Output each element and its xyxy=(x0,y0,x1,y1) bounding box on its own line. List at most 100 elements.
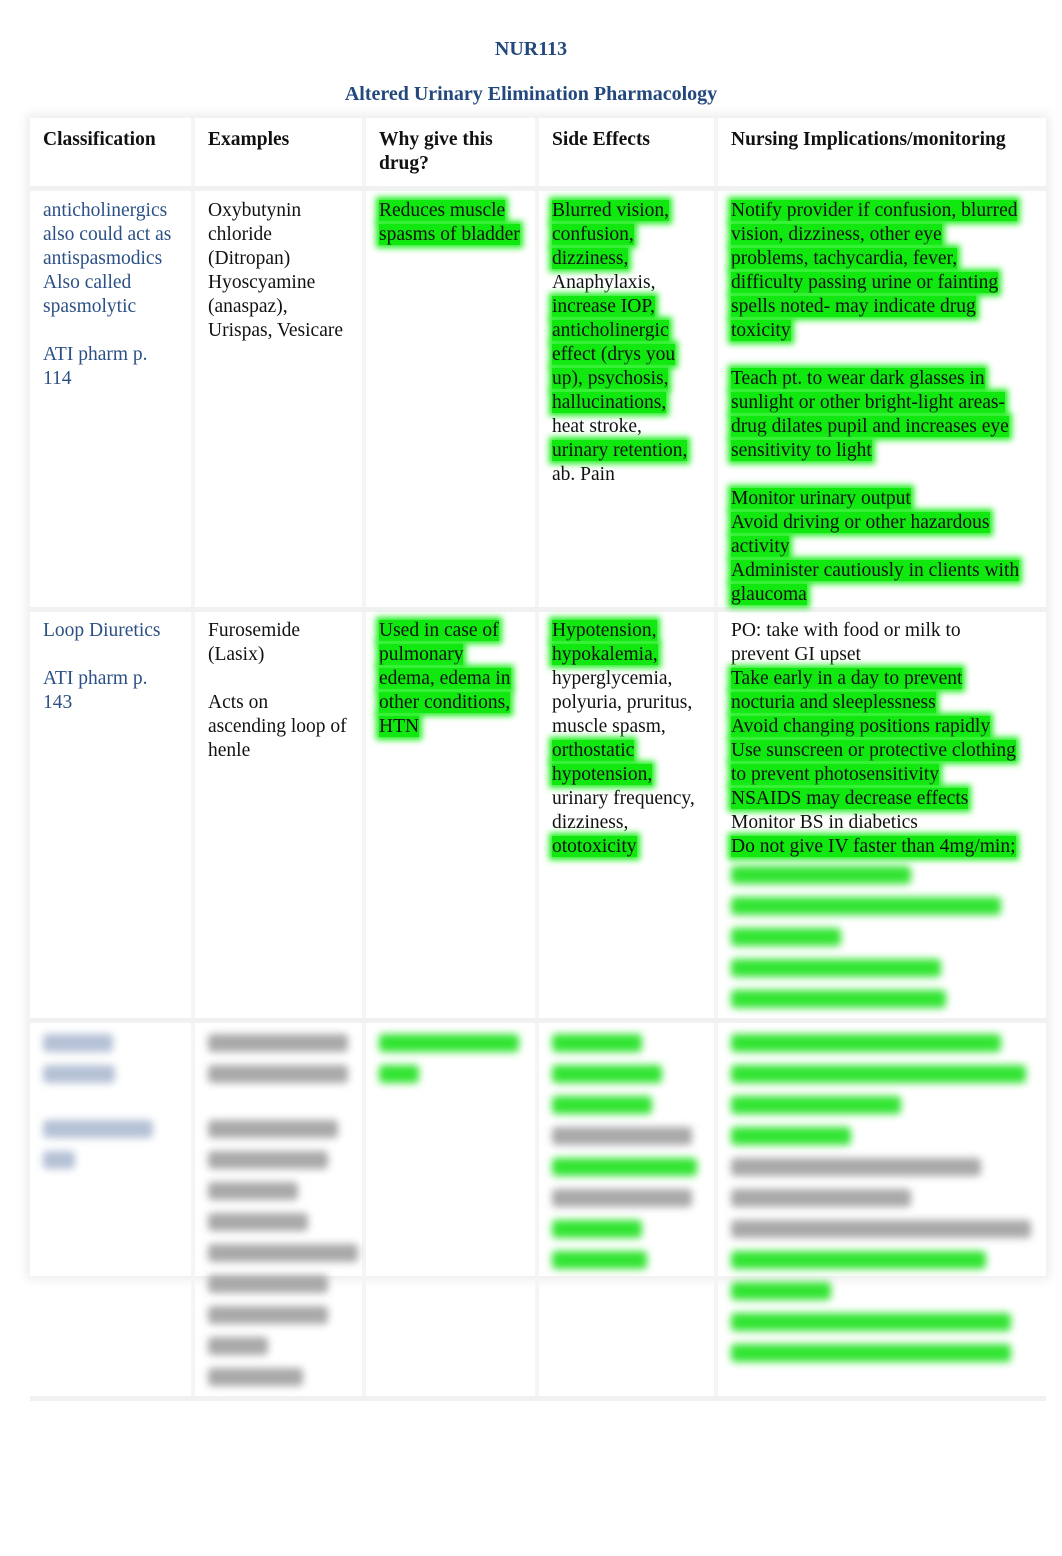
why-line: other conditions, xyxy=(379,692,511,713)
side-effect-line: muscle spasm, xyxy=(552,716,666,737)
nursing-cell: PO: take with food or milk to prevent GI … xyxy=(716,609,1046,1023)
side-effect-line: Hypotension, xyxy=(552,620,657,641)
why-line: Used in case of xyxy=(379,620,499,641)
obscured-content xyxy=(43,1031,185,1179)
column-header-examples: Examples xyxy=(193,118,366,191)
classification-line: also could act as xyxy=(43,224,172,245)
nursing-line: Take early in a day to prevent xyxy=(731,668,963,689)
why-cell: Reduces muscle spasms of bladder xyxy=(364,188,539,612)
nursing-line: problems, tachycardia, fever, xyxy=(731,248,958,269)
side-effects-cell: Hypotension, hypokalemia, hyperglycemia, po… xyxy=(537,609,718,1023)
nursing-line: Monitor BS in diabetics xyxy=(731,812,918,833)
nursing-line: Teach pt. to wear dark glasses in xyxy=(731,368,985,389)
nursing-line: NSAIDS may decrease effects xyxy=(731,788,969,809)
side-effect-line: confusion, xyxy=(552,224,634,245)
side-effect-line: hyperglycemia, xyxy=(552,668,673,689)
column-header-classification: Classification xyxy=(30,118,195,191)
side-effect-line: Anaphylaxis, xyxy=(552,272,656,293)
side-effect-line: orthostatic xyxy=(552,740,635,761)
nursing-line: Monitor urinary output xyxy=(731,488,911,509)
examples-cell xyxy=(193,1020,366,1401)
table-row-obscured xyxy=(30,1020,1046,1401)
classification-line: Loop Diuretics xyxy=(43,620,161,641)
classification-line: antispasmodics xyxy=(43,248,163,269)
example-note-line: henle xyxy=(208,740,251,761)
table-row: anticholinergics also could act as antis… xyxy=(30,188,1046,612)
reference-line: 143 xyxy=(43,692,73,713)
example-line: Furosemide xyxy=(208,620,301,641)
side-effect-line: heat stroke, xyxy=(552,416,642,437)
example-line: Urispas, Vesicare xyxy=(208,320,344,341)
side-effect-line: effect (drys you xyxy=(552,344,676,365)
table-header-row: Classification Examples Why give this dr… xyxy=(30,118,1046,191)
side-effects-cell xyxy=(537,1020,718,1401)
nursing-line: to prevent photosensitivity xyxy=(731,764,939,785)
side-effect-line: hypokalemia, xyxy=(552,644,658,665)
why-line: pulmonary xyxy=(379,644,464,665)
side-effects-cell: Blurred vision, confusion, dizziness, Anaph… xyxy=(537,188,718,612)
side-effect-line: hallucinations, xyxy=(552,392,667,413)
obscured-content xyxy=(379,1031,529,1093)
reference-line: 114 xyxy=(43,368,72,389)
examples-cell: Furosemide (Lasix) Acts on ascending loo… xyxy=(193,609,366,1023)
classification-cell: Loop Diuretics ATI pharm p. 143 xyxy=(30,609,195,1023)
examples-cell: Oxybutynin chloride (Ditropan) Hyoscyami… xyxy=(193,188,366,612)
side-effect-line: ab. Pain xyxy=(552,464,615,485)
nursing-cell xyxy=(716,1020,1046,1401)
nursing-line: Do not give IV faster than 4mg/min; xyxy=(731,836,1016,857)
nursing-line: vision, dizziness, other eye xyxy=(731,224,942,245)
example-line: Oxybutynin xyxy=(208,200,302,221)
pharmacology-table-container: Classification Examples Why give this dr… xyxy=(30,118,1046,1401)
obscured-content xyxy=(552,1031,708,1279)
column-header-why: Why give this drug? xyxy=(364,118,539,191)
side-effect-line: polyuria, pruritus, xyxy=(552,692,693,713)
example-line: (Ditropan) xyxy=(208,248,291,269)
nursing-line: spells noted- may indicate drug xyxy=(731,296,976,317)
why-cell xyxy=(364,1020,539,1401)
nursing-line: prevent GI upset xyxy=(731,644,861,665)
classification-line: spasmolytic xyxy=(43,296,137,317)
example-line: chloride xyxy=(208,224,272,245)
side-effect-line: dizziness, xyxy=(552,248,629,269)
nursing-line: Avoid changing positions rapidly xyxy=(731,716,991,737)
obscured-content xyxy=(208,1031,358,1396)
nursing-cell: Notify provider if confusion, blurred vi… xyxy=(716,188,1046,612)
nursing-line: nocturia and sleeplessness xyxy=(731,692,936,713)
side-effect-line: urinary frequency, xyxy=(552,788,695,809)
why-line: edema, edema in xyxy=(379,668,511,689)
side-effect-line: urinary retention, xyxy=(552,440,688,461)
why-cell: Used in case of pulmonary edema, edema i… xyxy=(364,609,539,1023)
reference-line: ATI pharm p. xyxy=(43,668,148,689)
classification-line: anticholinergics xyxy=(43,200,168,221)
reference-line: ATI pharm p. xyxy=(43,344,148,365)
example-line: (anaspaz), xyxy=(208,296,288,317)
nursing-line: glaucoma xyxy=(731,584,807,605)
nursing-line: PO: take with food or milk to xyxy=(731,620,961,641)
nursing-line: Avoid driving or other hazardous xyxy=(731,512,990,533)
obscured-content xyxy=(731,863,1040,1018)
example-note-line: ascending loop of xyxy=(208,716,347,737)
nursing-line: sensitivity to light xyxy=(731,440,872,461)
course-code: NUR113 xyxy=(494,38,568,60)
side-effect-line: up), psychosis, xyxy=(552,368,669,389)
nursing-line: activity xyxy=(731,536,790,557)
column-header-nursing: Nursing Implications/monitoring xyxy=(716,118,1046,191)
nursing-line: difficulty passing urine or fainting xyxy=(731,272,999,293)
example-line: (Lasix) xyxy=(208,644,265,665)
side-effect-line: hypotension, xyxy=(552,764,653,785)
classification-cell: anticholinergics also could act as antis… xyxy=(30,188,195,612)
why-line: spasms of bladder xyxy=(379,224,520,245)
pharmacology-table: Classification Examples Why give this dr… xyxy=(30,118,1046,1401)
nursing-line: toxicity xyxy=(731,320,791,341)
side-effect-line: Blurred vision, xyxy=(552,200,669,221)
classification-line: Also called xyxy=(43,272,132,293)
example-line: Hyoscyamine xyxy=(208,272,316,293)
side-effect-line: anticholinergic xyxy=(552,320,669,341)
side-effect-line: dizziness, xyxy=(552,812,629,833)
document-title: Altered Urinary Elimination Pharmacology xyxy=(344,83,718,105)
side-effect-line: ototoxicity xyxy=(552,836,637,857)
why-line: Reduces muscle xyxy=(379,200,506,221)
nursing-line: Administer cautiously in clients with xyxy=(731,560,1020,581)
nursing-line: Notify provider if confusion, blurred xyxy=(731,200,1018,221)
why-line: HTN xyxy=(379,716,420,737)
